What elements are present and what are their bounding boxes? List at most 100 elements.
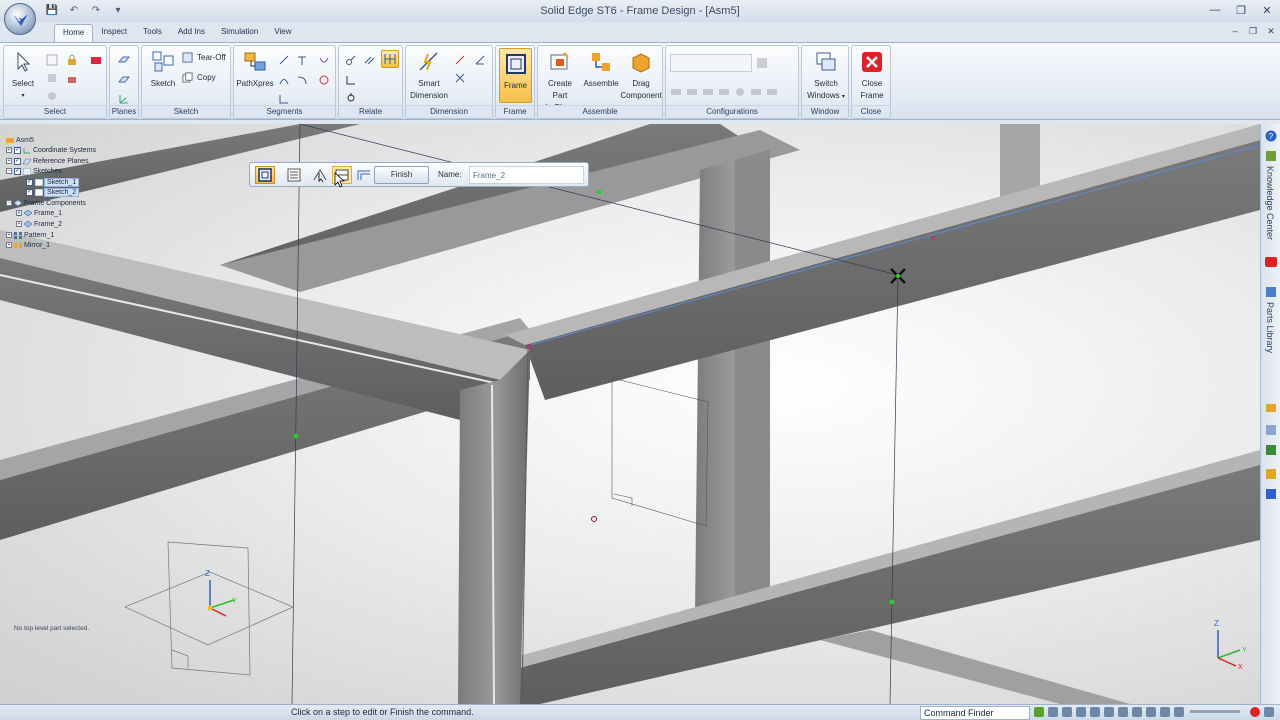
expand-icon[interactable]: +: [6, 158, 12, 164]
smart-dimension-button[interactable]: Smart Dimension: [408, 50, 450, 102]
checkbox[interactable]: ✓: [14, 146, 21, 154]
view-orientation-icon[interactable]: [1104, 707, 1114, 717]
parallel-icon[interactable]: [363, 54, 375, 66]
tree-item-reference-planes[interactable]: + ✓ Reference Planes: [6, 156, 89, 166]
copy-button[interactable]: Copy: [182, 72, 216, 83]
tree-item-asm5[interactable]: Asm5: [6, 135, 34, 145]
section-view-icon[interactable]: [1146, 707, 1156, 717]
keypoint-green-3[interactable]: [889, 599, 895, 605]
unlock-icon[interactable]: [66, 72, 78, 84]
beam-bottom-right[interactable]: [520, 460, 1260, 704]
collapse-icon[interactable]: –: [6, 200, 12, 206]
pan-icon[interactable]: [1076, 707, 1086, 717]
pathxpres-button[interactable]: PathXpres: [236, 50, 274, 90]
offset-icon[interactable]: [318, 54, 330, 66]
config-save-icon[interactable]: [756, 57, 768, 69]
maximize-button[interactable]: ❐: [1228, 0, 1254, 20]
knowledge-center-icon[interactable]: [1265, 150, 1277, 162]
wireframe-view-icon[interactable]: [1132, 707, 1142, 717]
shaded-view-icon[interactable]: [1118, 707, 1128, 717]
finish-button[interactable]: Finish: [374, 166, 429, 184]
arc-icon[interactable]: [278, 74, 290, 86]
configuration-combo[interactable]: [670, 54, 752, 72]
display-options-icon[interactable]: [1160, 707, 1170, 717]
config-tool-6-icon[interactable]: [750, 86, 762, 98]
simulation-icon[interactable]: [1265, 488, 1277, 500]
expand-icon[interactable]: +: [6, 147, 12, 153]
connect-icon[interactable]: [345, 54, 357, 66]
youtube-icon[interactable]: [1265, 256, 1277, 268]
plane-options-icon[interactable]: [118, 74, 130, 86]
tab-simulation[interactable]: Simulation: [213, 24, 266, 42]
lock-icon[interactable]: [66, 54, 78, 66]
grid-select-icon[interactable]: [46, 54, 58, 66]
select-by-face-icon[interactable]: [90, 54, 102, 66]
select-path-step-button[interactable]: [310, 166, 330, 184]
graphics-window[interactable]: Z Y Z Y X: [0, 124, 1260, 704]
minimize-button[interactable]: —: [1202, 0, 1228, 20]
filter-icon[interactable]: [46, 72, 58, 84]
frame-name-input[interactable]: [469, 166, 584, 184]
assembly-select-icon[interactable]: [46, 90, 58, 102]
config-tool-2-icon[interactable]: [686, 86, 698, 98]
expand-icon[interactable]: +: [16, 221, 22, 227]
tree-item-mirror-1[interactable]: + Mirror_1: [6, 240, 50, 250]
perpendicular-icon[interactable]: [345, 74, 357, 86]
assemble-button[interactable]: Assemble: [582, 50, 620, 90]
command-finder-input[interactable]: [920, 706, 1030, 720]
frame-step-button[interactable]: [255, 166, 275, 184]
beam-floor-right[interactable]: [820, 630, 1130, 704]
checkbox[interactable]: ✓: [14, 167, 21, 175]
relationship-handles-button[interactable]: [381, 50, 399, 68]
tree-item-frame-2[interactable]: + Frame_2: [16, 219, 62, 229]
select-tools-icon[interactable]: [1265, 444, 1277, 456]
coincident-plane-icon[interactable]: [118, 54, 130, 66]
tree-item-sketch-1[interactable]: ✓ Sketch_1: [26, 177, 80, 187]
collapse-icon[interactable]: –: [6, 168, 12, 174]
feature-library-icon[interactable]: [1265, 402, 1277, 414]
symmetric-icon[interactable]: [454, 72, 466, 84]
switch-windows-button[interactable]: Switch Windows ▾: [804, 50, 848, 103]
config-tool-4-icon[interactable]: [718, 86, 730, 98]
checkbox[interactable]: ✓: [26, 178, 33, 186]
expand-icon[interactable]: +: [6, 242, 12, 248]
corner-icon[interactable]: [278, 93, 290, 105]
close-window-button[interactable]: ✕: [1254, 0, 1280, 20]
tab-tools[interactable]: Tools: [135, 24, 170, 42]
zoom-slider[interactable]: [1190, 710, 1240, 713]
tree-item-pattern-1[interactable]: + Pattern_1: [6, 230, 54, 240]
close-frame-button[interactable]: Close Frame: [854, 50, 890, 102]
fillet-icon[interactable]: [318, 74, 330, 86]
application-button[interactable]: [4, 3, 36, 35]
config-tool-1-icon[interactable]: [670, 86, 682, 98]
tear-off-button[interactable]: Tear-Off: [182, 52, 226, 63]
zoom-area-icon[interactable]: [1048, 707, 1058, 717]
origin-marker[interactable]: [591, 516, 597, 522]
doc-minimize-button[interactable]: –: [1226, 24, 1244, 38]
help-icon[interactable]: ?: [1265, 130, 1277, 142]
checkbox[interactable]: ✓: [14, 157, 21, 165]
sketch-button[interactable]: Sketch: [146, 50, 180, 90]
parts-library-tab[interactable]: Parts Library: [1265, 302, 1275, 353]
angle-between-icon[interactable]: [474, 54, 486, 66]
expand-icon[interactable]: +: [16, 210, 22, 216]
tree-item-frame-components[interactable]: – Frame Components: [6, 198, 86, 208]
select-button[interactable]: Select ▾: [8, 50, 38, 102]
config-tool-7-icon[interactable]: [766, 86, 778, 98]
config-tool-5-icon[interactable]: [734, 86, 746, 98]
doc-restore-button[interactable]: ❐: [1244, 24, 1262, 38]
tab-inspect[interactable]: Inspect: [93, 24, 135, 42]
record-icon[interactable]: [1250, 707, 1260, 717]
fit-icon[interactable]: [1034, 707, 1044, 717]
tree-item-frame-1[interactable]: + Frame_1: [16, 208, 62, 218]
frame-model-scene[interactable]: Z Y Z Y X: [0, 124, 1260, 704]
rotate-icon[interactable]: [1090, 707, 1100, 717]
coordinate-system-icon[interactable]: [118, 93, 130, 105]
tab-view[interactable]: View: [266, 24, 299, 42]
tab-home[interactable]: Home: [54, 24, 94, 42]
expand-icon[interactable]: +: [6, 232, 12, 238]
zoom-icon[interactable]: [1062, 707, 1072, 717]
line-icon[interactable]: [278, 54, 290, 66]
select-dropdown-icon[interactable]: ▾: [8, 90, 38, 102]
checkbox[interactable]: ✓: [26, 188, 33, 196]
